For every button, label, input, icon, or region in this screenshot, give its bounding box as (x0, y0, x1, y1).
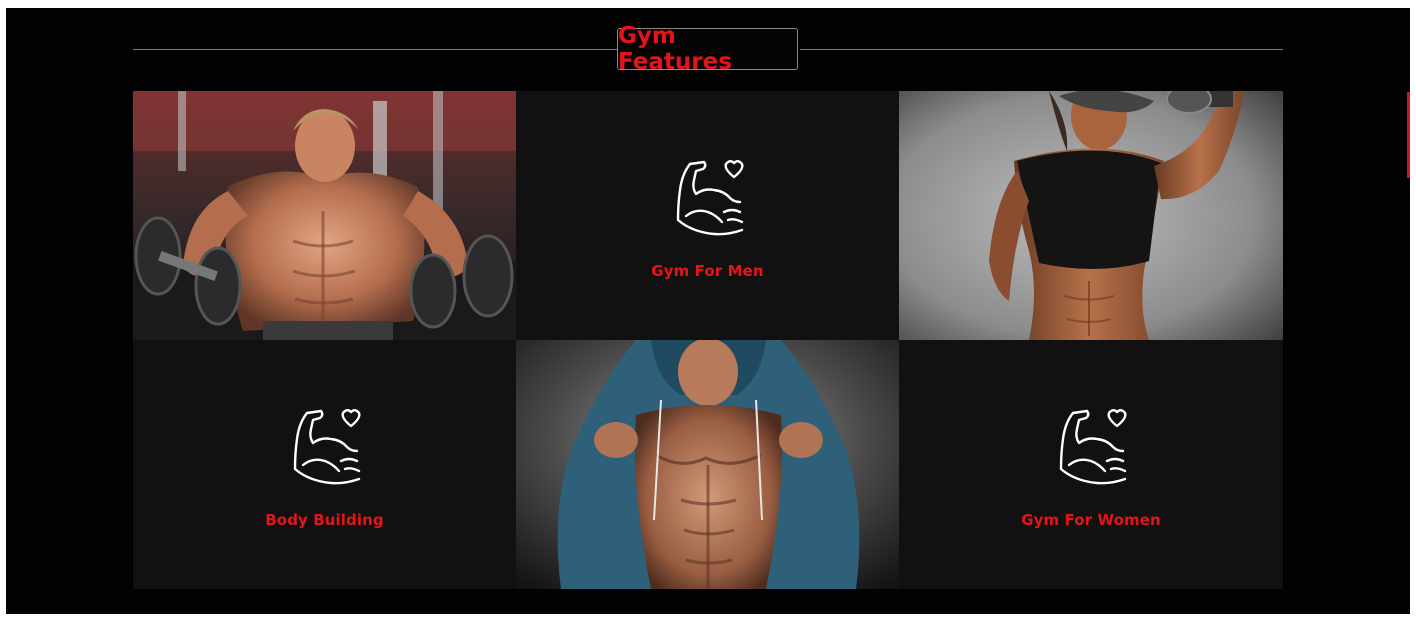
muscle-heart-icon (293, 408, 361, 484)
feature-label: Gym For Men (651, 261, 764, 280)
gym-features-section: Gym Features Gym For Men Body Building G… (6, 8, 1410, 614)
side-accent-bar (1407, 92, 1410, 178)
woman-lifting-dumbbell-photo (899, 91, 1283, 340)
man-lifting-dumbbells-photo (133, 91, 516, 340)
section-header: Gym Features (133, 23, 1283, 75)
header-divider-left (133, 49, 617, 50)
man-in-hoodie-photo (516, 340, 899, 589)
feature-card-body-building[interactable]: Body Building (133, 340, 516, 589)
feature-label: Gym For Women (1021, 510, 1161, 529)
muscle-heart-icon (1059, 408, 1127, 484)
feature-label: Body Building (265, 510, 384, 529)
feature-card-gym-for-women[interactable]: Gym For Women (899, 340, 1283, 589)
header-divider-right (800, 49, 1283, 50)
features-grid: Gym For Men Body Building Gym For Women (133, 91, 1283, 589)
section-title: Gym Features (617, 23, 798, 75)
muscle-heart-icon (676, 159, 744, 235)
feature-card-gym-for-men[interactable]: Gym For Men (516, 91, 899, 340)
